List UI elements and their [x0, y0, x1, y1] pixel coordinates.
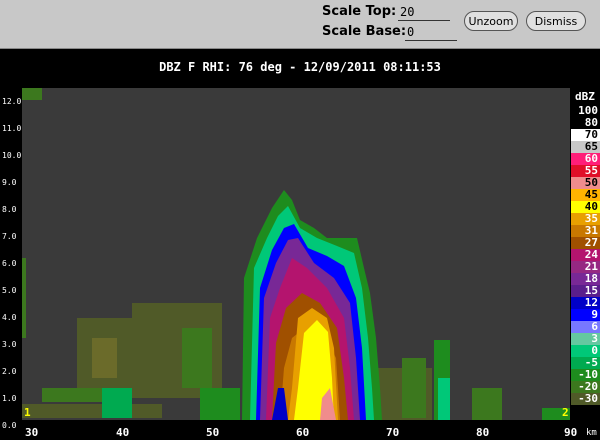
- unzoom-button[interactable]: Unzoom: [464, 11, 518, 31]
- x-tick: 80: [476, 426, 490, 439]
- toolbar: Scale Top: Scale Base: Unzoom Dismiss: [0, 0, 600, 49]
- y-tick: 12.0: [2, 97, 22, 106]
- x-tick: 90: [564, 426, 578, 439]
- x-unit-label: km: [586, 428, 597, 438]
- y-tick: 8.0: [2, 205, 17, 214]
- y-tick: 9.0: [2, 178, 17, 187]
- rhi-plot-area[interactable]: [22, 88, 570, 420]
- y-tick: 11.0: [2, 124, 22, 133]
- y-tick: 6.0: [2, 259, 17, 268]
- y-tick: 1.0: [2, 394, 17, 403]
- corner-marker-right: 2: [562, 406, 569, 419]
- y-tick: 0.0: [2, 421, 17, 430]
- y-tick: 3.0: [2, 340, 17, 349]
- x-tick: 50: [206, 426, 220, 439]
- y-tick: 7.0: [2, 232, 17, 241]
- dismiss-button[interactable]: Dismiss: [526, 11, 586, 31]
- x-tick: 60: [296, 426, 310, 439]
- x-tick: 70: [386, 426, 400, 439]
- scale-base-input[interactable]: [405, 24, 457, 41]
- scale-top-input[interactable]: [398, 4, 450, 21]
- corner-marker-left: 1: [24, 406, 31, 419]
- x-tick: 40: [116, 426, 130, 439]
- legend-unit: dBZ: [575, 90, 595, 103]
- y-tick: 10.0: [2, 151, 22, 160]
- scale-top-label: Scale Top:: [322, 4, 397, 19]
- y-tick: 4.0: [2, 313, 17, 322]
- display-title: DBZ F RHI: 76 deg - 12/09/2011 08:11:53: [159, 60, 441, 74]
- radar-echo: [22, 88, 570, 420]
- x-tick: 30: [25, 426, 39, 439]
- legend-entry: -30: [571, 393, 600, 405]
- scale-base-label: Scale Base:: [322, 24, 407, 39]
- y-tick: 5.0: [2, 286, 17, 295]
- y-tick: 2.0: [2, 367, 17, 376]
